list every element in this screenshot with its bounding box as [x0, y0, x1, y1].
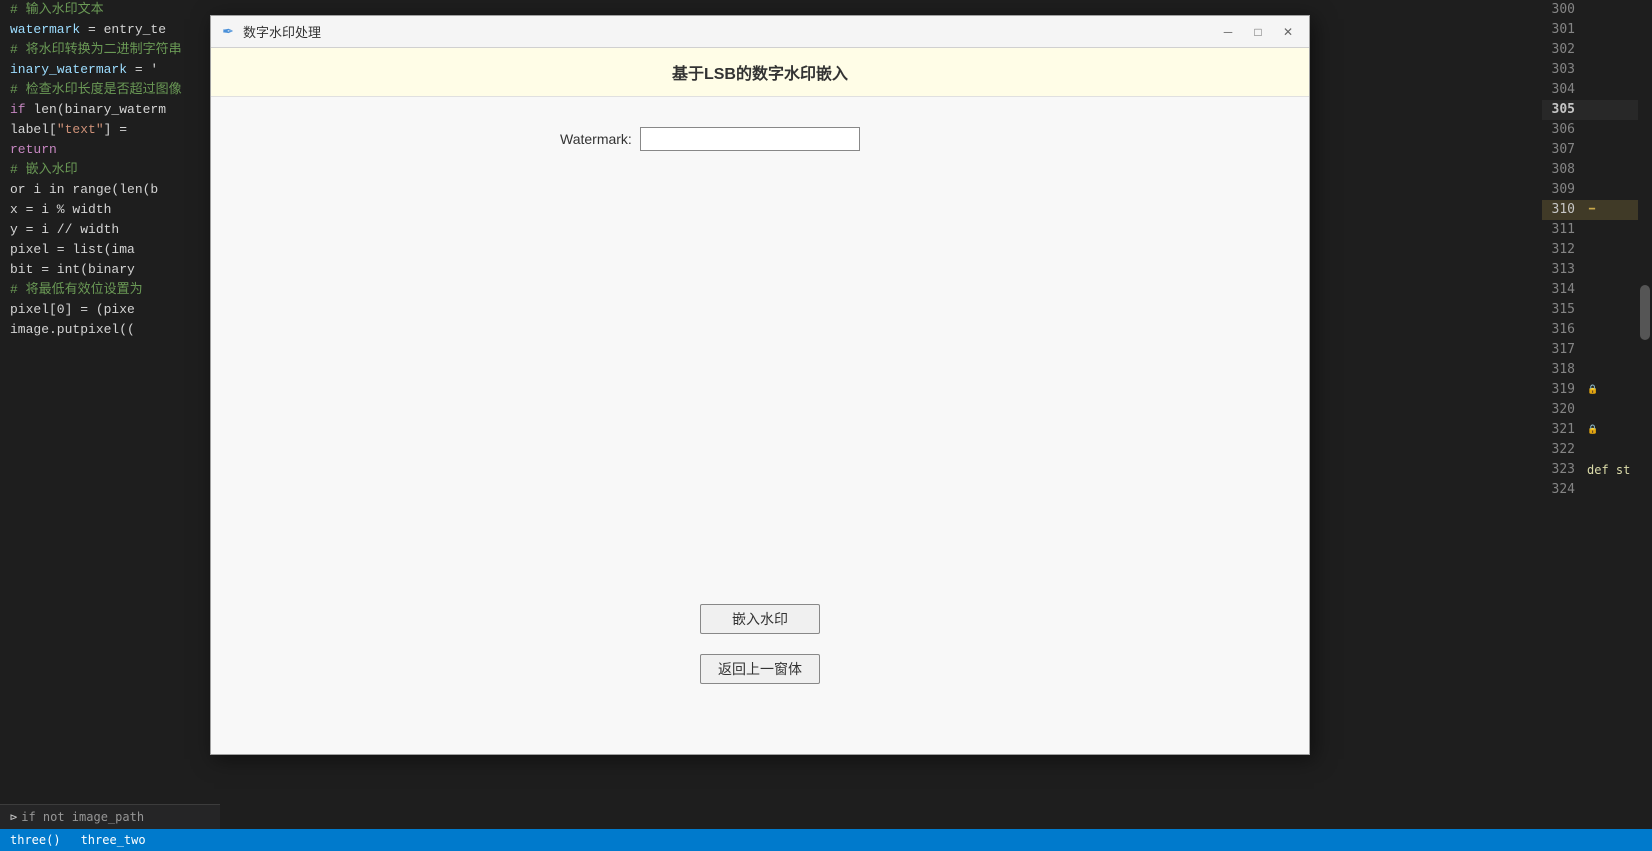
line-num-301: 301	[1542, 20, 1587, 40]
line-row-311: 311	[1542, 220, 1652, 240]
line-row-306: 306	[1542, 120, 1652, 140]
line-row-307: 307	[1542, 140, 1652, 160]
code-line-14: x = i % width	[10, 200, 210, 220]
line-num-310: 310	[1542, 200, 1587, 220]
dialog-button-area: 嵌入水印 返回上一窗体	[700, 604, 820, 724]
code-line-18: bit = int(binary	[10, 260, 210, 280]
line-num-323: 323	[1542, 460, 1587, 480]
scrollbar-track[interactable]	[1638, 0, 1652, 829]
line-row-305: 305	[1542, 100, 1652, 120]
line-num-316: 316	[1542, 320, 1587, 340]
line-row-315: 315	[1542, 300, 1652, 320]
line-num-324: 324	[1542, 480, 1587, 500]
line-num-302: 302	[1542, 40, 1587, 60]
code-line-13: or i in range(len(b	[10, 180, 210, 200]
line-num-313: 313	[1542, 260, 1587, 280]
minimize-button[interactable]: ─	[1215, 22, 1241, 42]
line-row-300: 300	[1542, 0, 1652, 20]
watermark-input[interactable]	[640, 127, 860, 151]
code-line-12: # 嵌入水印	[10, 160, 210, 180]
watermark-input-row: Watermark:	[560, 127, 960, 151]
line-num-319: 319	[1542, 380, 1587, 400]
line-row-320: 320	[1542, 400, 1652, 420]
code-line-7: # 检查水印长度是否超过图像	[10, 80, 210, 100]
line-num-314: 314	[1542, 280, 1587, 300]
line-num-317: 317	[1542, 340, 1587, 360]
banner-text: 基于LSB的数字水印嵌入	[672, 66, 848, 83]
code-line-15: y = i // width	[10, 220, 210, 240]
line-row-303: 303	[1542, 60, 1652, 80]
line-num-307: 307	[1542, 140, 1587, 160]
line-row-308: 308	[1542, 160, 1652, 180]
code-line-4: # 将水印转换为二进制字符串	[10, 40, 210, 60]
if-indicator-text: if not image_path	[21, 810, 144, 824]
line-row-324: 324	[1542, 480, 1652, 500]
code-line-23: image.putpixel((	[10, 320, 210, 340]
line-row-313: 313	[1542, 260, 1652, 280]
line-row-304: 304	[1542, 80, 1652, 100]
line-row-301: 301	[1542, 20, 1652, 40]
line-num-304: 304	[1542, 80, 1587, 100]
if-indicator-icon: ⊳	[10, 810, 17, 824]
code-line-9: label["text"] =	[10, 120, 210, 140]
line-row-309: 309	[1542, 180, 1652, 200]
code-line-1: # 输入水印文本	[10, 0, 210, 20]
line-numbers-panel: 300 301 302 303 304 305 306 307 308 309	[1542, 0, 1652, 829]
line-row-302: 302	[1542, 40, 1652, 60]
line-num-303: 303	[1542, 60, 1587, 80]
dialog-titlebar: ✒ 数字水印处理 ─ □ ✕	[211, 16, 1309, 48]
code-line-2: watermark = entry_te	[10, 20, 210, 40]
maximize-button[interactable]: □	[1245, 22, 1271, 42]
line-num-306: 306	[1542, 120, 1587, 140]
code-line-17: pixel = list(ima	[10, 240, 210, 260]
dialog-title-text: 数字水印处理	[243, 22, 1215, 41]
line-num-312: 312	[1542, 240, 1587, 260]
dialog-window: ✒ 数字水印处理 ─ □ ✕ 基于LSB的数字水印嵌入 Watermark: 嵌…	[210, 15, 1310, 755]
code-editor-left: # 输入水印文本 watermark = entry_te # 将水印转换为二进…	[0, 0, 220, 851]
line-num-320: 320	[1542, 400, 1587, 420]
close-button[interactable]: ✕	[1275, 22, 1301, 42]
embed-watermark-button[interactable]: 嵌入水印	[700, 604, 820, 634]
line-num-318: 318	[1542, 360, 1587, 380]
status-bar: three() three_two	[0, 829, 1652, 851]
highlight-marker-310: ━	[1589, 200, 1595, 220]
line-num-315: 315	[1542, 300, 1587, 320]
status-item-1: three()	[10, 833, 61, 847]
lock-icon-319: 🔒	[1587, 380, 1598, 400]
line-num-308: 308	[1542, 160, 1587, 180]
status-item-2: three_two	[81, 833, 146, 847]
code-line-10: return	[10, 140, 210, 160]
line-num-322: 322	[1542, 440, 1587, 460]
watermark-label: Watermark:	[560, 131, 632, 147]
dialog-title-icon: ✒	[219, 23, 237, 41]
line-row-314: 314	[1542, 280, 1652, 300]
line-row-319: 319 🔒	[1542, 380, 1652, 400]
dialog-content: Watermark: 嵌入水印 返回上一窗体	[211, 97, 1309, 754]
code-lines: # 输入水印文本 watermark = entry_te # 将水印转换为二进…	[0, 0, 220, 851]
lock-icon-321: 🔒	[1587, 420, 1598, 440]
bottom-code-indicator: ⊳ if not image_path	[0, 804, 220, 829]
line-num-300: 300	[1542, 0, 1587, 20]
back-button[interactable]: 返回上一窗体	[700, 654, 820, 684]
line-row-322: 322	[1542, 440, 1652, 460]
code-line-21: pixel[0] = (pixe	[10, 300, 210, 320]
line-num-311: 311	[1542, 220, 1587, 240]
code-line-20: # 将最低有效位设置为	[10, 280, 210, 300]
code-snippet-323: def st	[1587, 460, 1630, 480]
dialog-banner: 基于LSB的数字水印嵌入	[211, 48, 1309, 97]
code-line-8: if len(binary_waterm	[10, 100, 210, 120]
line-row-321: 321 🔒	[1542, 420, 1652, 440]
line-num-309: 309	[1542, 180, 1587, 200]
line-row-318: 318	[1542, 360, 1652, 380]
scrollbar-thumb[interactable]	[1640, 285, 1650, 340]
line-num-305: 305	[1542, 100, 1587, 120]
line-row-316: 316	[1542, 320, 1652, 340]
line-row-310: 310 ━	[1542, 200, 1652, 220]
line-row-323: 323 def st	[1542, 460, 1652, 480]
code-line-5: inary_watermark = '	[10, 60, 210, 80]
line-row-317: 317	[1542, 340, 1652, 360]
line-row-312: 312	[1542, 240, 1652, 260]
line-num-321: 321	[1542, 420, 1587, 440]
dialog-window-controls: ─ □ ✕	[1215, 22, 1301, 42]
